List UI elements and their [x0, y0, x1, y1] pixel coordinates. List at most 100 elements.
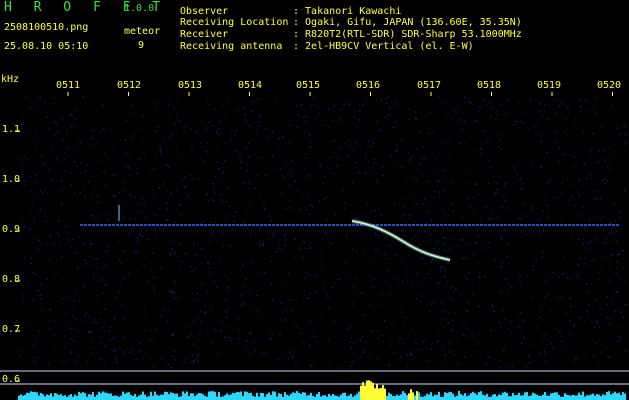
noise-speckle	[405, 175, 408, 177]
noise-speckle	[191, 271, 194, 273]
noise-speckle	[106, 214, 108, 216]
noise-speckle	[447, 293, 450, 295]
noise-speckle	[430, 348, 432, 350]
noise-speckle	[439, 282, 441, 284]
noise-speckle	[456, 227, 458, 229]
noise-speckle	[37, 249, 39, 251]
noise-speckle	[37, 357, 39, 359]
noise-speckle	[118, 291, 120, 293]
noise-speckle	[197, 317, 199, 319]
noise-speckle	[607, 166, 609, 168]
level-bar	[344, 392, 346, 400]
noise-speckle	[478, 305, 480, 308]
noise-speckle	[90, 214, 92, 217]
noise-speckle	[140, 228, 143, 230]
level-bar	[620, 395, 622, 400]
noise-speckle	[230, 340, 232, 342]
noise-speckle	[425, 159, 428, 161]
noise-speckle	[395, 150, 398, 152]
noise-speckle	[389, 155, 392, 158]
noise-speckle	[371, 138, 373, 140]
noise-speckle	[243, 107, 245, 110]
noise-speckle	[328, 108, 330, 110]
noise-speckle	[453, 354, 455, 356]
noise-speckle	[138, 351, 140, 353]
noise-speckle	[203, 221, 205, 223]
noise-speckle	[99, 131, 101, 133]
noise-speckle	[361, 331, 363, 333]
noise-speckle	[450, 229, 452, 231]
noise-speckle	[268, 238, 270, 241]
noise-speckle	[206, 150, 208, 153]
noise-speckle	[519, 214, 521, 216]
noise-speckle	[484, 99, 486, 101]
noise-speckle	[618, 125, 620, 128]
noise-speckle	[364, 111, 366, 114]
noise-speckle	[100, 358, 102, 361]
noise-speckle	[167, 219, 169, 221]
noise-speckle	[463, 334, 465, 336]
noise-speckle	[495, 118, 497, 120]
noise-speckle	[31, 205, 33, 208]
noise-speckle	[524, 140, 526, 142]
noise-speckle	[501, 238, 503, 240]
noise-speckle	[149, 244, 151, 246]
noise-speckle	[593, 355, 595, 357]
noise-speckle	[571, 237, 573, 239]
noise-speckle	[63, 297, 65, 300]
noise-speckle	[242, 186, 244, 188]
noise-speckle	[525, 268, 527, 270]
noise-speckle	[349, 145, 351, 147]
noise-speckle	[478, 110, 480, 112]
noise-speckle	[513, 167, 516, 169]
noise-speckle	[104, 308, 106, 310]
noise-speckle	[100, 279, 103, 281]
noise-speckle	[595, 299, 597, 301]
noise-speckle	[161, 252, 164, 254]
noise-speckle	[53, 335, 55, 337]
noise-speckle	[384, 116, 387, 118]
level-bar	[116, 395, 118, 400]
noise-speckle	[124, 180, 126, 182]
noise-speckle	[284, 284, 286, 286]
noise-speckle	[293, 349, 295, 351]
noise-speckle	[185, 357, 187, 359]
level-bar	[278, 393, 280, 400]
noise-speckle	[444, 309, 446, 311]
noise-speckle	[86, 362, 89, 364]
noise-speckle	[544, 354, 546, 356]
noise-speckle	[458, 119, 461, 121]
noise-speckle	[227, 286, 230, 288]
noise-speckle	[246, 169, 248, 172]
noise-speckle	[142, 140, 145, 142]
noise-speckle	[128, 153, 130, 156]
noise-speckle	[239, 269, 242, 272]
noise-speckle	[32, 202, 34, 205]
noise-speckle	[100, 267, 102, 270]
noise-speckle	[400, 258, 402, 260]
noise-speckle	[484, 275, 486, 278]
noise-speckle	[167, 309, 170, 311]
noise-speckle	[463, 324, 465, 326]
noise-speckle	[47, 220, 49, 222]
noise-speckle	[533, 148, 536, 151]
y-tick-label: 1.1	[2, 124, 21, 135]
noise-speckle	[582, 243, 584, 246]
level-bar	[114, 395, 116, 400]
hrofft-screen: H R O F F T 1.0.0 2508100510.png 25.08.1…	[0, 0, 629, 400]
noise-speckle	[206, 193, 209, 195]
noise-speckle	[382, 166, 384, 168]
noise-speckle	[312, 205, 314, 208]
noise-speckle	[316, 207, 318, 209]
noise-speckle	[220, 177, 223, 179]
level-bar	[604, 395, 606, 400]
noise-speckle	[442, 266, 445, 268]
noise-speckle	[508, 129, 510, 132]
noise-speckle	[546, 293, 548, 296]
noise-speckle	[457, 107, 460, 109]
level-bar	[28, 393, 30, 400]
noise-speckle	[577, 264, 579, 266]
noise-speckle	[596, 161, 598, 163]
noise-speckle	[132, 113, 134, 115]
noise-speckle	[117, 339, 120, 342]
